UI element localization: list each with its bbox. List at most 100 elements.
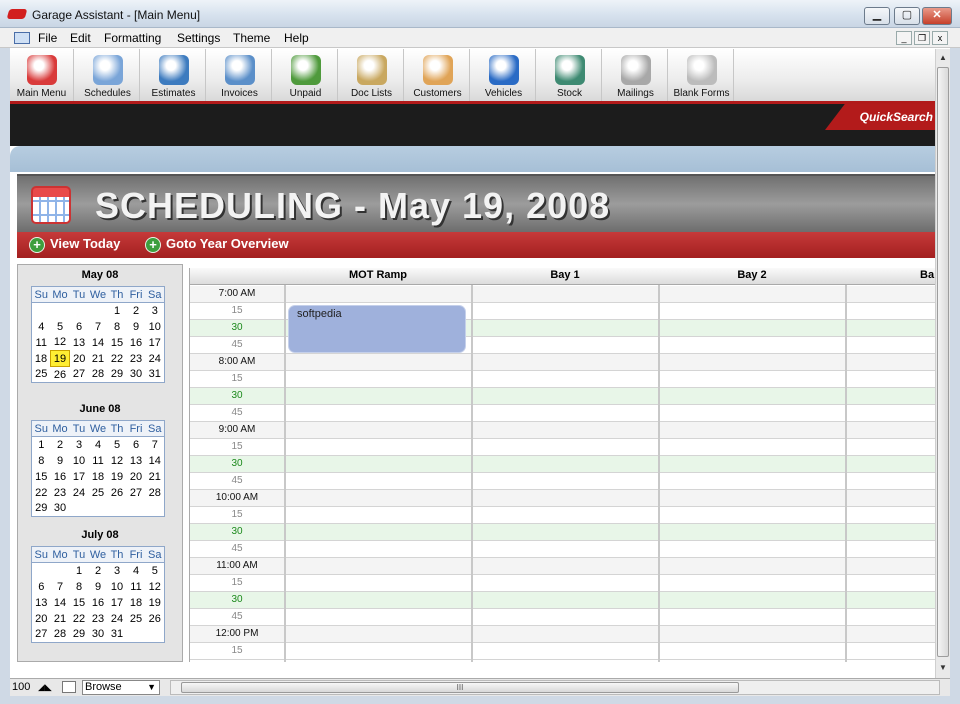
- calendar-day[interactable]: 24: [146, 351, 165, 367]
- time-slot-row[interactable]: 30: [190, 592, 935, 609]
- calendar-day[interactable]: 29: [70, 627, 89, 643]
- calendar-day[interactable]: 29: [32, 501, 51, 517]
- calendar-day[interactable]: 23: [89, 611, 108, 627]
- calendar-day[interactable]: 15: [70, 595, 89, 611]
- calendar-day[interactable]: 20: [32, 611, 51, 627]
- quicksearch-button[interactable]: QuickSearch: [825, 104, 935, 130]
- calendar-day[interactable]: 18: [32, 351, 51, 367]
- calendar-day[interactable]: 22: [32, 485, 51, 501]
- calendar-day[interactable]: 21: [89, 351, 108, 367]
- calendar-day[interactable]: 4: [32, 319, 51, 335]
- document-icon[interactable]: [14, 32, 30, 44]
- calendar-day[interactable]: 2: [89, 563, 108, 579]
- calendar-day[interactable]: 9: [51, 453, 70, 469]
- calendar-day[interactable]: 10: [146, 319, 165, 335]
- calendar-day[interactable]: 8: [108, 319, 127, 335]
- toolbar-button-estimates[interactable]: Estimates: [142, 49, 206, 101]
- close-button[interactable]: ✕: [922, 7, 952, 25]
- time-slot-row[interactable]: 7:00 AM: [190, 286, 935, 303]
- calendar-day[interactable]: 15: [32, 469, 51, 485]
- time-slot-row[interactable]: 15: [190, 507, 935, 524]
- calendar-day[interactable]: 9: [89, 579, 108, 595]
- calendar-day[interactable]: 8: [70, 579, 89, 595]
- toolbar-button-invoices[interactable]: Invoices: [208, 49, 272, 101]
- calendar-day[interactable]: 19: [146, 595, 165, 611]
- calendar-day[interactable]: 8: [32, 453, 51, 469]
- calendar-day[interactable]: 22: [108, 351, 127, 367]
- calendar-day[interactable]: 4: [127, 563, 146, 579]
- time-slot-row[interactable]: 10:00 AM: [190, 490, 935, 507]
- horizontal-scrollbar[interactable]: III: [170, 680, 940, 695]
- calendar-day[interactable]: 30: [127, 367, 146, 383]
- calendar-day[interactable]: 21: [146, 469, 165, 485]
- time-slot-row[interactable]: 9:00 AM: [190, 422, 935, 439]
- mode-select[interactable]: Browse ▼: [82, 680, 160, 695]
- menu-theme[interactable]: Theme: [233, 31, 270, 45]
- toolbar-button-main-menu[interactable]: Main Menu: [10, 49, 74, 101]
- time-slot-row[interactable]: 45: [190, 473, 935, 490]
- calendar-day[interactable]: 23: [51, 485, 70, 501]
- calendar-day[interactable]: 13: [127, 453, 146, 469]
- goto-year-overview-button[interactable]: + Goto Year Overview: [145, 236, 289, 253]
- time-slot-row[interactable]: 11:00 AM: [190, 558, 935, 575]
- calendar-day[interactable]: 1: [108, 303, 127, 319]
- calendar-day[interactable]: 27: [32, 627, 51, 643]
- view-today-button[interactable]: + View Today: [29, 236, 120, 253]
- toolbar-button-unpaid[interactable]: Unpaid: [274, 49, 338, 101]
- calendar-day[interactable]: 24: [108, 611, 127, 627]
- menu-edit[interactable]: Edit: [70, 31, 91, 45]
- calendar-day[interactable]: 30: [89, 627, 108, 643]
- calendar-day[interactable]: 14: [89, 335, 108, 351]
- time-slot-row[interactable]: 15: [190, 643, 935, 660]
- toolbar-button-schedules[interactable]: Schedules: [76, 49, 140, 101]
- calendar-day[interactable]: 19: [108, 469, 127, 485]
- time-slot-row[interactable]: 15: [190, 439, 935, 456]
- calendar-day[interactable]: 2: [51, 437, 70, 453]
- calendar-day[interactable]: 25: [32, 367, 51, 383]
- calendar-day[interactable]: 25: [127, 611, 146, 627]
- calendar-day[interactable]: 26: [108, 485, 127, 501]
- calendar-day[interactable]: 7: [51, 579, 70, 595]
- calendar-day[interactable]: 12: [51, 335, 70, 351]
- calendar-day[interactable]: 18: [89, 469, 108, 485]
- toolbar-button-doc-lists[interactable]: Doc Lists: [340, 49, 404, 101]
- calendar-day[interactable]: 24: [70, 485, 89, 501]
- calendar-day[interactable]: 14: [51, 595, 70, 611]
- toolbar-button-vehicles[interactable]: Vehicles: [472, 49, 536, 101]
- calendar-day[interactable]: 9: [127, 319, 146, 335]
- zoom-level[interactable]: 100: [12, 681, 30, 693]
- scroll-down-icon[interactable]: ▼: [939, 663, 947, 672]
- appointment-block[interactable]: softpedia: [288, 305, 466, 353]
- calendar-day[interactable]: 10: [70, 453, 89, 469]
- calendar-day[interactable]: 28: [51, 627, 70, 643]
- scroll-up-icon[interactable]: ▲: [939, 53, 947, 62]
- calendar-day[interactable]: 31: [108, 627, 127, 643]
- calendar-day[interactable]: 14: [146, 453, 165, 469]
- zoom-icon[interactable]: ◢◣: [38, 682, 52, 693]
- calendar-day[interactable]: 3: [70, 437, 89, 453]
- calendar-day[interactable]: 20: [127, 469, 146, 485]
- calendar-day[interactable]: 13: [70, 335, 89, 351]
- maximize-button[interactable]: ▢: [894, 7, 920, 25]
- calendar-day[interactable]: 11: [32, 335, 51, 351]
- time-slot-row[interactable]: 45: [190, 609, 935, 626]
- horizontal-scrollbar-thumb[interactable]: III: [181, 682, 739, 693]
- calendar-day[interactable]: 31: [146, 367, 165, 383]
- calendar-day[interactable]: 30: [51, 501, 70, 517]
- time-slot-row[interactable]: 45: [190, 541, 935, 558]
- calendar-day[interactable]: 5: [108, 437, 127, 453]
- mdi-close-button[interactable]: x: [932, 31, 948, 45]
- calendar-day[interactable]: 5: [51, 319, 70, 335]
- calendar-day[interactable]: 3: [108, 563, 127, 579]
- calendar-day[interactable]: 28: [146, 485, 165, 501]
- calendar-day[interactable]: 27: [70, 367, 89, 383]
- menu-settings[interactable]: Settings: [177, 31, 220, 45]
- calendar-day[interactable]: 6: [70, 319, 89, 335]
- calendar-day[interactable]: 25: [89, 485, 108, 501]
- calendar-day[interactable]: 2: [127, 303, 146, 319]
- time-slot-row[interactable]: 30: [190, 456, 935, 473]
- calendar-day[interactable]: 17: [70, 469, 89, 485]
- calendar-day[interactable]: 12: [146, 579, 165, 595]
- calendar-day[interactable]: 19: [50, 350, 70, 367]
- calendar-day[interactable]: 3: [146, 303, 165, 319]
